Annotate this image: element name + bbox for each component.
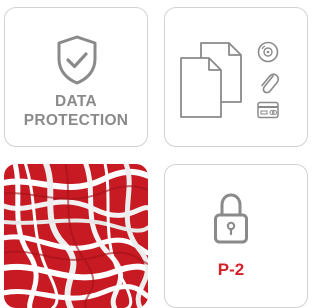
data-protection-title-line2: PROTECTION: [23, 112, 129, 129]
data-protection-card[interactable]: DATA PROTECTION: [4, 7, 148, 147]
data-protection-title-line1: DATA: [55, 93, 97, 110]
shield-check-icon: [55, 35, 99, 85]
cd-disc-icon: [257, 41, 279, 63]
material-types-card[interactable]: [164, 7, 308, 147]
documents-icon: [179, 40, 243, 120]
credit-card-icon: [257, 101, 279, 119]
padlock-icon: [213, 192, 249, 246]
security-level-card[interactable]: P-2: [164, 164, 308, 308]
security-level-label: P-2: [217, 260, 245, 279]
paperclip-icon: [258, 70, 280, 96]
shredded-paper-image: [4, 164, 148, 308]
